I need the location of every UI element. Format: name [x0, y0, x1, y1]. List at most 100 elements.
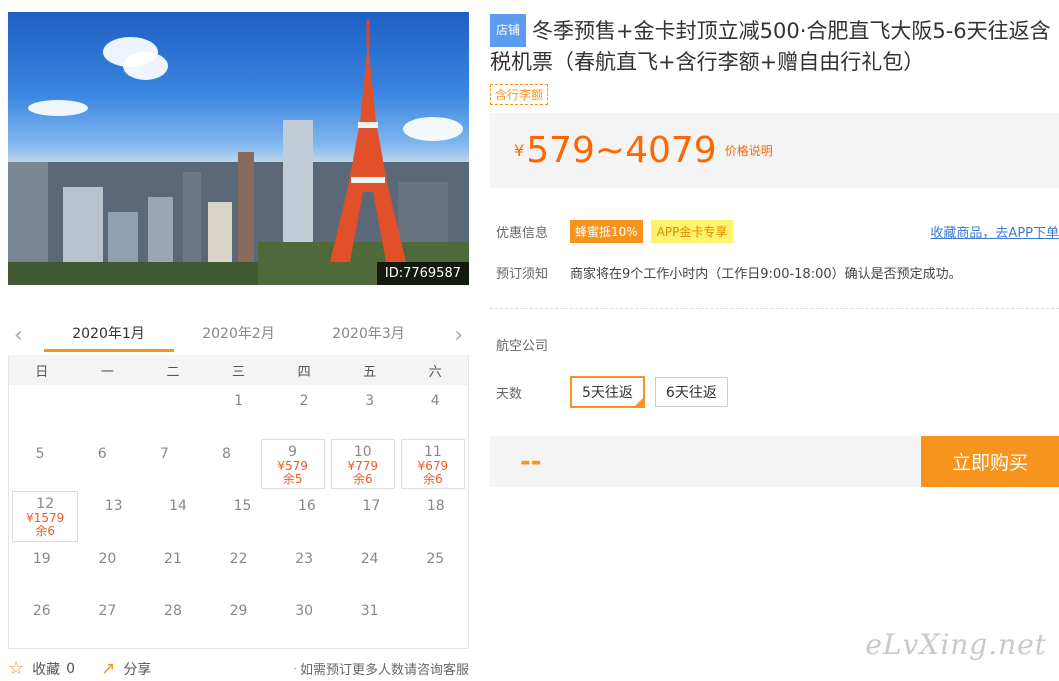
day-number: 3 [365, 393, 375, 409]
promo-badge-honey: 蜂蜜抵10% [570, 220, 643, 243]
airline-row: 航空公司 [490, 335, 1059, 354]
calendar-day[interactable]: 2 [271, 385, 337, 438]
month-tab-0[interactable]: 2020年1月 [43, 315, 174, 352]
calendar-footer: ☆ 收藏 0 ↗ 分享 · 如需预订更多人数请咨询客服 [8, 649, 469, 681]
day-price: ¥679 [417, 458, 449, 473]
weekday-0: 日 [35, 364, 49, 380]
calendar-day[interactable]: 5 [9, 438, 71, 491]
calendar-day[interactable]: 18 [404, 490, 468, 543]
app-order-link[interactable]: 收藏商品，去APP下单 [930, 222, 1059, 241]
product-image: ID:7769587 [8, 12, 469, 285]
calendar-day[interactable]: 21 [140, 543, 206, 596]
right-panel: 店铺 冬季预售+金卡封顶立减500·合肥直飞大阪5-6天往返含税机票（春航直飞+含… [490, 14, 1059, 487]
promo-label: 优惠信息 [496, 226, 549, 241]
calendar-day[interactable]: 17 [339, 490, 403, 543]
next-month-icon[interactable]: › [454, 323, 463, 348]
day-number: 7 [159, 445, 169, 462]
day-number: 6 [97, 445, 107, 462]
calendar: 日一二三四五六 1 2 3 4 5 6 7 8 9 ¥579 余5 10 ¥779 余6 11 ¥679 余6 1… [8, 355, 469, 649]
month-tabs: 2020年1月 2020年2月 2020年3月 [8, 315, 469, 352]
day-number: 27 [98, 603, 117, 619]
day-number: 1 [234, 393, 243, 409]
day-number: 8 [222, 445, 231, 462]
days-option-6[interactable]: 6天往返 [654, 377, 728, 407]
calendar-nav: ‹ 2020年1月 2020年2月 2020年3月 › [8, 315, 469, 355]
calendar-day[interactable]: 19 [9, 543, 75, 596]
price-box: ¥ 579~4079 价格说明 [490, 113, 1059, 188]
calendar-day[interactable]: 23 [271, 543, 337, 596]
star-icon[interactable]: ☆ [8, 658, 24, 679]
day-number: 28 [164, 603, 182, 619]
tax-tag: 含行李额 [490, 84, 549, 105]
day-number: 24 [360, 550, 379, 567]
day-remaining: 余6 [423, 471, 443, 486]
calendar-week: 5 6 7 8 9 ¥579 余5 10 ¥779 余6 11 ¥679 余6 [9, 438, 468, 491]
days-row: 天数 5天往返 6天往返 [490, 376, 1059, 408]
day-number: 14 [169, 498, 187, 514]
price-note-link[interactable]: 价格说明 [725, 142, 773, 159]
day-remaining: 余6 [352, 471, 373, 486]
calendar-day[interactable]: 7 [133, 438, 195, 491]
day-number: 31 [360, 603, 379, 619]
notice-text: 商家将在9个工作小时内（工作日9:00-18:00）确认是否预定成功。 [570, 267, 962, 282]
weekday-3: 三 [232, 364, 246, 380]
store-badge: 店铺 [490, 14, 527, 47]
calendar-day[interactable]: 16 [275, 490, 339, 543]
share-icon[interactable]: ↗ [101, 659, 115, 679]
calendar-day[interactable]: 29 [206, 595, 272, 648]
month-tab-1[interactable]: 2020年2月 [174, 315, 304, 351]
days-label: 天数 [496, 386, 523, 402]
weekday-6: 六 [428, 364, 442, 380]
product-title: 冬季预售+金卡封顶立减500·合肥直飞大阪5-6天往返含税机票（春航直飞+含行李… [490, 19, 1051, 74]
calendar-day[interactable]: 15 [210, 490, 274, 543]
weekday-4: 四 [297, 364, 311, 380]
calendar-day[interactable]: 6 [71, 438, 133, 491]
calendar-day[interactable]: 13 [81, 490, 145, 543]
day-remaining: 余6 [35, 524, 56, 538]
product-title-block: 店铺 冬季预售+金卡封顶立减500·合肥直飞大阪5-6天往返含税机票（春航直飞+含… [490, 14, 1059, 78]
calendar-day[interactable]: 11 ¥679 余6 [400, 438, 465, 489]
month-tab-2[interactable]: 2020年3月 [304, 315, 434, 351]
day-number: 12 [36, 496, 55, 512]
left-panel: ID:7769587 ‹ 2020年1月 2020年2月 2020年3月 › 日 一 二… [8, 12, 469, 681]
calendar-day[interactable]: 3 [337, 385, 403, 438]
calendar-day[interactable]: 12 ¥1579 余6 [12, 491, 79, 542]
day-number: 26 [32, 603, 51, 619]
calendar-day[interactable]: 8 [195, 438, 257, 491]
calendar-day[interactable]: 22 [206, 543, 272, 596]
day-number: 13 [104, 498, 123, 514]
calendar-day[interactable]: 1 [206, 385, 272, 438]
promo-row: 优惠信息 蜂蜜抵10% APP金卡专享 收藏商品，去APP下单 [490, 220, 1059, 243]
calendar-day[interactable]: 25 [402, 543, 468, 596]
calendar-day[interactable]: 31 [337, 595, 403, 648]
day-number: 5 [35, 445, 45, 462]
calendar-day[interactable]: 27 [75, 595, 141, 648]
weekday-1: 一 [100, 364, 114, 380]
calendar-week: 26 27 28 29 30 31 [9, 595, 468, 648]
promo-badge-app: APP金卡专享 [650, 220, 734, 243]
weekday-header: 日一二三四五六 [9, 355, 468, 385]
price-range: 579~4079 [526, 130, 717, 171]
days-option-5[interactable]: 5天往返 [570, 376, 645, 408]
calendar-day[interactable]: 4 [402, 385, 468, 438]
calendar-day[interactable]: 30 [271, 595, 337, 648]
calendar-day[interactable]: 20 [75, 543, 141, 596]
notice-row: 预订须知 商家将在9个工作小时内（工作日9:00-18:00）确认是否预定成功。 [490, 263, 1059, 282]
day-number: 4 [430, 393, 440, 409]
calendar-week: 1 2 3 4 [9, 385, 468, 438]
selection-placeholder: -- [520, 446, 542, 477]
day-price: ¥579 [277, 458, 308, 473]
buy-now-button[interactable]: 立即购买 [921, 436, 1059, 487]
calendar-day[interactable]: 10 ¥779 余6 [330, 438, 395, 489]
calendar-day[interactable]: 9 ¥579 余5 [260, 438, 325, 489]
calendar-day[interactable]: 14 [146, 490, 210, 543]
calendar-day[interactable]: 26 [9, 595, 75, 648]
share-label[interactable]: 分享 [123, 659, 151, 679]
day-number: 23 [295, 550, 314, 567]
calendar-day[interactable]: 24 [337, 543, 403, 596]
calendar-empty-cell [75, 385, 141, 438]
tokyo-skyline-illustration [8, 20, 469, 285]
favorite-label[interactable]: 收藏 [32, 659, 60, 679]
buy-bar: -- 立即购买 [490, 436, 1059, 487]
calendar-day[interactable]: 28 [140, 595, 206, 648]
